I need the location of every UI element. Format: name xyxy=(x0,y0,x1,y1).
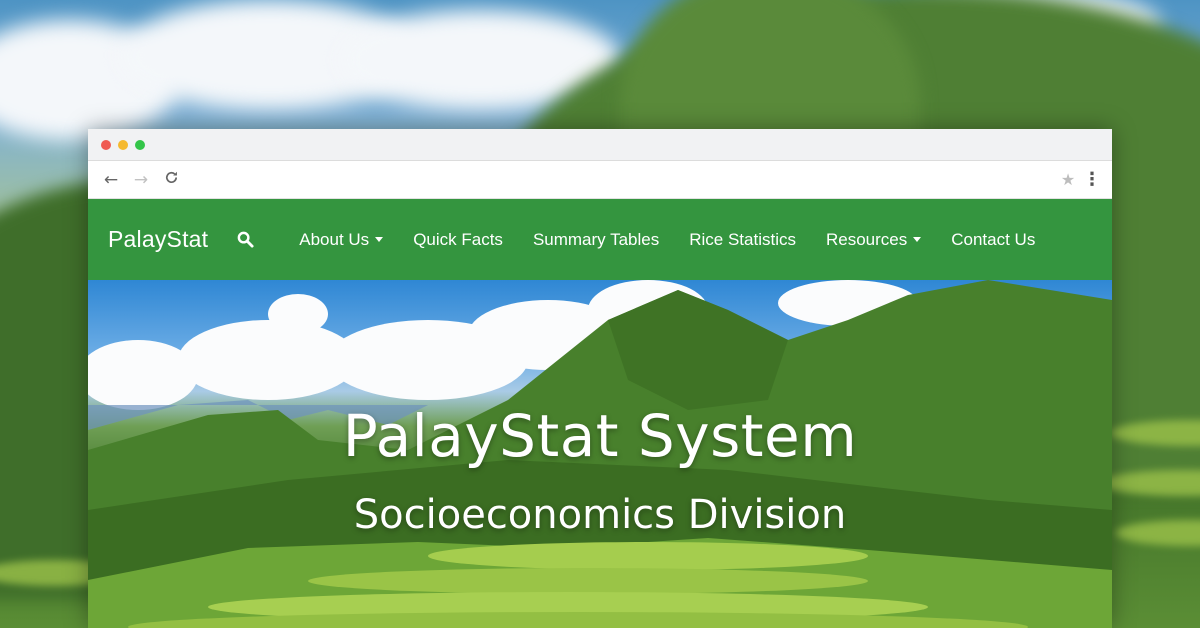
window-close-button[interactable] xyxy=(101,139,111,150)
caret-down-icon xyxy=(913,237,922,242)
nav-summary-tables-label: Summary Tables xyxy=(532,229,660,249)
hero-subtitle: Socioeconomics Division xyxy=(353,492,847,538)
hero-title: PalayStat System xyxy=(342,402,858,470)
forward-arrow-icon[interactable]: → xyxy=(126,170,156,190)
back-arrow-icon[interactable]: ← xyxy=(96,170,126,190)
star-icon[interactable]: ★ xyxy=(1056,170,1080,189)
nav-about-us[interactable]: About Us xyxy=(284,230,398,250)
nav-resources[interactable]: Resources xyxy=(811,230,936,250)
reload-icon[interactable] xyxy=(156,170,186,190)
address-bar-input[interactable] xyxy=(192,164,1048,195)
nav-rice-statistics[interactable]: Rice Statistics xyxy=(674,230,811,250)
window-maximize-button[interactable] xyxy=(135,139,145,150)
terrace-field xyxy=(308,568,868,594)
site-brand[interactable]: PalayStat xyxy=(108,226,208,253)
nav-rice-statistics-label: Rice Statistics xyxy=(689,229,796,249)
hero-banner: PalayStat System Socioeconomics Division xyxy=(88,280,1112,628)
browser-toolbar: ← → ★ ⋮ xyxy=(88,161,1112,199)
caret-down-icon xyxy=(375,237,384,242)
window-minimize-button[interactable] xyxy=(118,139,128,150)
nav-quick-facts[interactable]: Quick Facts xyxy=(398,230,518,250)
browser-window: ← → ★ ⋮ PalayStat About Us Quick Facts S… xyxy=(88,129,1112,628)
nav-contact-us-label: Contact Us xyxy=(951,229,1036,249)
kebab-menu-icon[interactable]: ⋮ xyxy=(1080,169,1104,190)
nav-summary-tables[interactable]: Summary Tables xyxy=(518,230,674,250)
nav-about-us-label: About Us xyxy=(299,229,370,249)
terrace-field xyxy=(428,542,868,570)
nav-contact-us[interactable]: Contact Us xyxy=(936,230,1050,250)
site-navbar: PalayStat About Us Quick Facts Summary T… xyxy=(88,199,1112,280)
nav-resources-label: Resources xyxy=(825,229,908,249)
main-menu: About Us Quick Facts Summary Tables Rice… xyxy=(284,230,1050,250)
nav-quick-facts-label: Quick Facts xyxy=(413,229,503,249)
browser-titlebar xyxy=(88,129,1112,161)
search-icon[interactable] xyxy=(228,223,262,257)
